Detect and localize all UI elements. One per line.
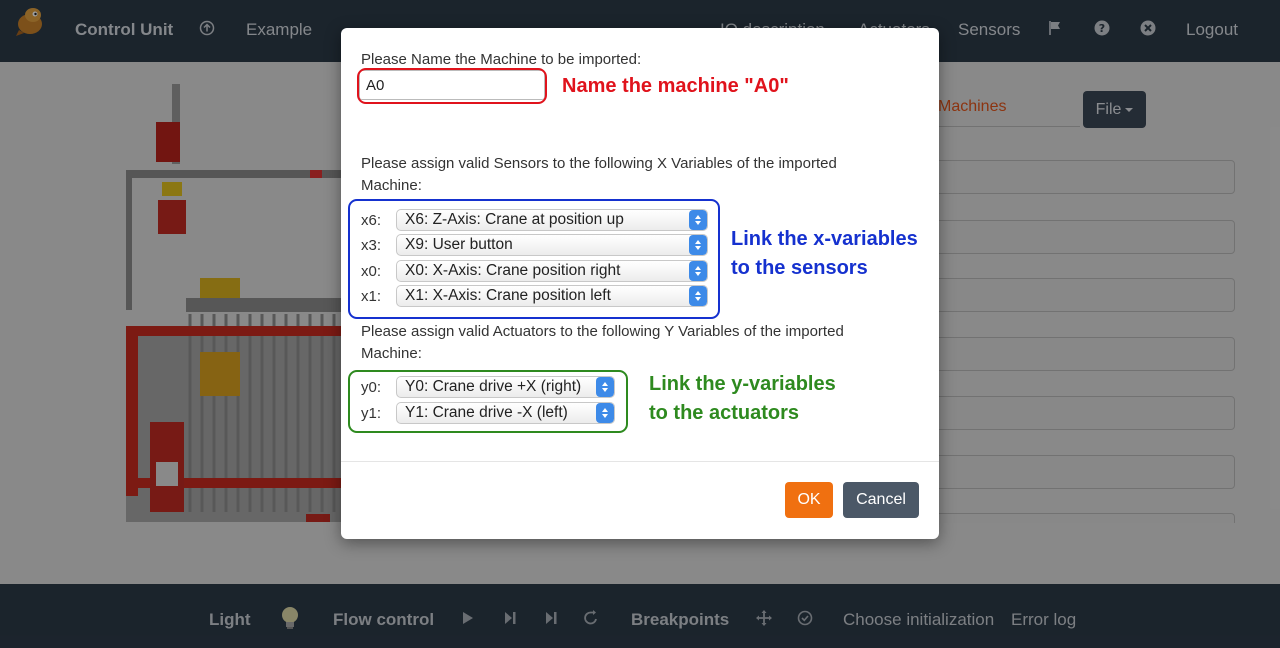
x-var-select[interactable]: X6: Z-Axis: Crane at position up <box>396 209 708 231</box>
x-annotation-line1: Link the x-variables <box>731 228 918 250</box>
y-annotation-line2: to the actuators <box>649 402 800 424</box>
x-var-select[interactable]: X9: User button <box>396 234 708 256</box>
x-var-select-value: X0: X-Axis: Crane position right <box>405 262 621 279</box>
x-annotation-line2: to the sensors <box>731 257 868 279</box>
x-var-label: x1: <box>361 288 382 305</box>
select-arrows-icon <box>689 210 707 230</box>
y-var-select[interactable]: Y0: Crane drive +X (right) <box>396 376 615 398</box>
y-var-select[interactable]: Y1: Crane drive -X (left) <box>396 402 615 424</box>
select-arrows-icon <box>689 235 707 255</box>
cancel-button[interactable]: Cancel <box>843 482 919 518</box>
y-annotation-line1: Link the y-variables <box>649 373 836 395</box>
select-arrows-icon <box>596 377 614 397</box>
y-variables-prompt: Please assign valid Actuators to the fol… <box>361 323 844 362</box>
select-arrows-icon <box>689 261 707 281</box>
select-arrows-icon <box>689 286 707 306</box>
ok-button[interactable]: OK <box>785 482 833 518</box>
y-var-label: y0: <box>361 379 382 396</box>
import-machine-dialog: Please Name the Machine to be imported: … <box>341 28 939 539</box>
x-var-label: x0: <box>361 263 382 280</box>
x-var-select-value: X1: X-Axis: Crane position left <box>405 287 611 304</box>
x-var-select-value: X6: Z-Axis: Crane at position up <box>405 211 624 228</box>
y-var-select-value: Y1: Crane drive -X (left) <box>405 404 568 421</box>
x-var-select[interactable]: X1: X-Axis: Crane position left <box>396 285 708 307</box>
name-annotation: Name the machine "A0" <box>562 75 789 97</box>
x-variables-prompt: Please assign valid Sensors to the follo… <box>361 155 837 194</box>
name-prompt: Please Name the Machine to be imported: <box>361 51 642 68</box>
machine-name-input[interactable] <box>359 70 545 100</box>
x-var-select[interactable]: X0: X-Axis: Crane position right <box>396 260 708 282</box>
modal-footer-divider <box>341 461 939 462</box>
x-var-label: x3: <box>361 237 382 254</box>
y-var-select-value: Y0: Crane drive +X (right) <box>405 378 582 395</box>
y-var-label: y1: <box>361 405 382 422</box>
select-arrows-icon <box>596 403 614 423</box>
x-var-select-value: X9: User button <box>405 236 513 253</box>
x-var-label: x6: <box>361 212 382 229</box>
